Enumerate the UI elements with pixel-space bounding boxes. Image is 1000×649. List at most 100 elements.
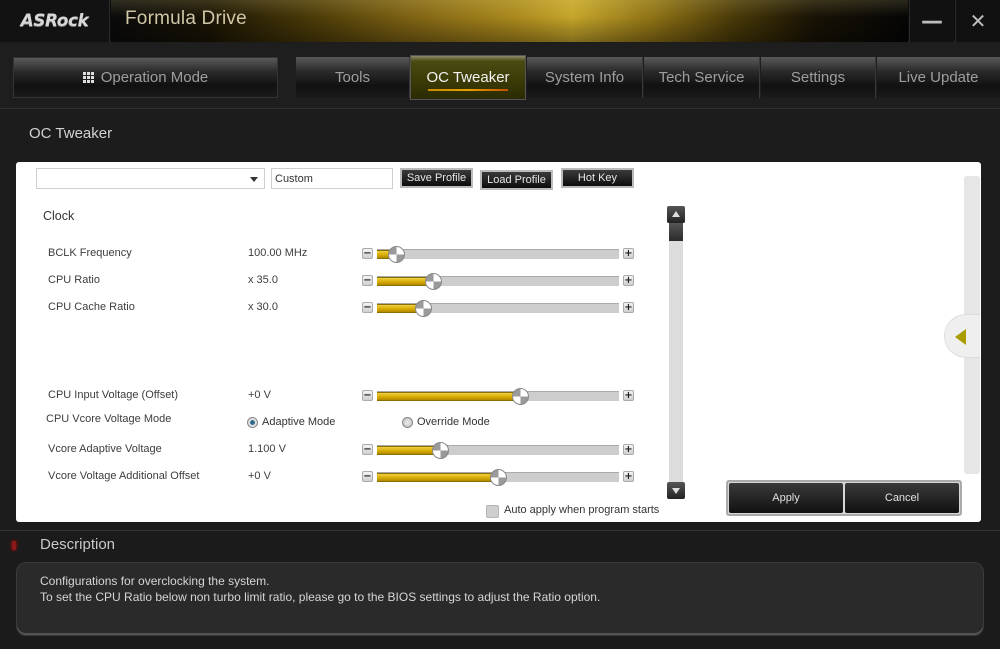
- apply-button[interactable]: Apply: [729, 483, 843, 513]
- decrease-button[interactable]: −: [362, 248, 373, 259]
- slider-track[interactable]: [377, 246, 619, 263]
- tab-label: Tools: [334, 69, 371, 86]
- slider-fill: [377, 446, 440, 455]
- grid-icon: [82, 72, 94, 83]
- slider-track[interactable]: [377, 469, 619, 486]
- minimize-icon: —: [921, 8, 943, 34]
- operation-mode-button[interactable]: Operation Mode: [13, 57, 278, 98]
- increase-button[interactable]: +: [623, 471, 634, 482]
- bclk-frequency-label: BCLK Frequency: [48, 247, 132, 259]
- vcore-additional-offset-slider[interactable]: − +: [362, 469, 634, 486]
- increase-button[interactable]: +: [623, 248, 634, 259]
- app-title: Formula Drive: [125, 8, 247, 29]
- logo-area: ASRock: [0, 0, 110, 42]
- load-profile-button[interactable]: Load Profile: [480, 170, 553, 190]
- minimize-button[interactable]: —: [909, 0, 954, 42]
- tab-label: Live Update: [898, 69, 979, 86]
- increase-button[interactable]: +: [623, 302, 634, 313]
- cancel-button[interactable]: Cancel: [845, 483, 959, 513]
- tab-label: Tech Service: [658, 69, 745, 86]
- tab-settings[interactable]: Settings: [761, 57, 876, 98]
- auto-apply-checkbox[interactable]: [486, 505, 499, 518]
- settings-scrollbar[interactable]: [667, 206, 685, 499]
- title-bar: ASRock Formula Drive — ✕: [0, 0, 1000, 42]
- tab-oc-tweaker[interactable]: OC Tweaker: [410, 55, 526, 100]
- slider-track[interactable]: [377, 388, 619, 405]
- hot-key-button[interactable]: Hot Key: [561, 168, 634, 188]
- cpu-cache-ratio-label: CPU Cache Ratio: [48, 301, 135, 313]
- bclk-frequency-value: 100.00 MHz: [248, 247, 308, 259]
- expand-panel-toggle[interactable]: [944, 314, 980, 358]
- override-mode-label[interactable]: Override Mode: [417, 416, 490, 428]
- operation-mode-label: Operation Mode: [100, 69, 209, 86]
- cpu-input-voltage-value: +0 V: [248, 389, 271, 401]
- scroll-up-icon[interactable]: [667, 206, 685, 223]
- decrease-button[interactable]: −: [362, 444, 373, 455]
- tab-live-update[interactable]: Live Update: [877, 57, 1000, 98]
- indicator-light-icon: [12, 541, 16, 550]
- main-nav: Operation Mode Tools OC Tweaker System I…: [0, 43, 1000, 109]
- active-tab-indicator: [428, 89, 508, 91]
- slider-knob[interactable]: [431, 442, 449, 459]
- tab-system-info[interactable]: System Info: [527, 57, 643, 98]
- tab-label: OC Tweaker: [426, 69, 510, 86]
- auto-apply-label[interactable]: Auto apply when program starts: [504, 504, 659, 516]
- description-box: Configurations for overclocking the syst…: [16, 562, 984, 636]
- slider-knob[interactable]: [424, 273, 442, 290]
- close-icon: ✕: [969, 9, 987, 33]
- bclk-frequency-slider[interactable]: − +: [362, 246, 634, 263]
- title-banner: Formula Drive: [111, 0, 908, 42]
- asrock-logo: ASRock: [20, 11, 89, 31]
- slider-track[interactable]: [377, 442, 619, 459]
- tab-tech-service[interactable]: Tech Service: [644, 57, 760, 98]
- slider-fill: [377, 473, 498, 482]
- slider-track[interactable]: [377, 273, 619, 290]
- vcore-adaptive-voltage-value: 1.100 V: [248, 443, 286, 455]
- vcore-additional-offset-value: +0 V: [248, 470, 271, 482]
- vcore-voltage-mode-label: CPU Vcore Voltage Mode: [46, 413, 172, 425]
- tab-tools[interactable]: Tools: [296, 57, 410, 98]
- save-profile-button[interactable]: Save Profile: [400, 168, 473, 188]
- decrease-button[interactable]: −: [362, 275, 373, 286]
- increase-button[interactable]: +: [623, 444, 634, 455]
- decrease-button[interactable]: −: [362, 302, 373, 313]
- description-line: To set the CPU Ratio below non turbo lim…: [40, 590, 601, 604]
- profile-dropdown[interactable]: [36, 168, 265, 189]
- cpu-ratio-label: CPU Ratio: [48, 274, 100, 286]
- close-button[interactable]: ✕: [955, 0, 1000, 42]
- clock-section-label: Clock: [43, 209, 75, 223]
- tab-label: System Info: [544, 69, 625, 86]
- slider-knob[interactable]: [511, 388, 529, 405]
- description-title: Description: [40, 536, 116, 553]
- cpu-cache-ratio-value: x 30.0: [248, 301, 278, 313]
- slider-knob[interactable]: [490, 469, 507, 486]
- scroll-down-icon[interactable]: [667, 482, 685, 499]
- decrease-button[interactable]: −: [362, 471, 373, 482]
- increase-button[interactable]: +: [623, 275, 634, 286]
- cpu-cache-ratio-slider[interactable]: − +: [362, 300, 634, 317]
- cpu-input-voltage-label: CPU Input Voltage (Offset): [48, 389, 179, 401]
- adaptive-mode-label[interactable]: Adaptive Mode: [262, 416, 335, 428]
- slider-knob[interactable]: [414, 300, 432, 317]
- slider-fill: [377, 392, 520, 401]
- decrease-button[interactable]: −: [362, 390, 373, 401]
- increase-button[interactable]: +: [623, 390, 634, 401]
- vcore-adaptive-voltage-slider[interactable]: − +: [362, 442, 634, 459]
- tab-label: Settings: [790, 69, 846, 86]
- page-title: OC Tweaker: [29, 125, 113, 142]
- scroll-thumb[interactable]: [669, 223, 683, 241]
- vcore-additional-offset-label: Vcore Voltage Additional Offset: [48, 470, 200, 482]
- chevron-down-icon: [250, 177, 258, 182]
- cpu-ratio-slider[interactable]: − +: [362, 273, 634, 290]
- oc-tweaker-panel: Save Profile Load Profile Hot Key Clock …: [16, 162, 981, 522]
- adaptive-mode-radio[interactable]: [247, 417, 258, 428]
- cpu-input-voltage-slider[interactable]: − +: [362, 388, 634, 405]
- cpu-ratio-value: x 35.0: [248, 274, 278, 286]
- override-mode-radio[interactable]: [402, 417, 413, 428]
- slider-knob[interactable]: [388, 246, 406, 263]
- vcore-adaptive-voltage-label: Vcore Adaptive Voltage: [48, 443, 162, 455]
- description-line: Configurations for overclocking the syst…: [40, 574, 270, 588]
- action-buttons: Apply Cancel: [726, 480, 962, 516]
- profile-name-input[interactable]: [271, 168, 393, 189]
- slider-track[interactable]: [377, 300, 619, 317]
